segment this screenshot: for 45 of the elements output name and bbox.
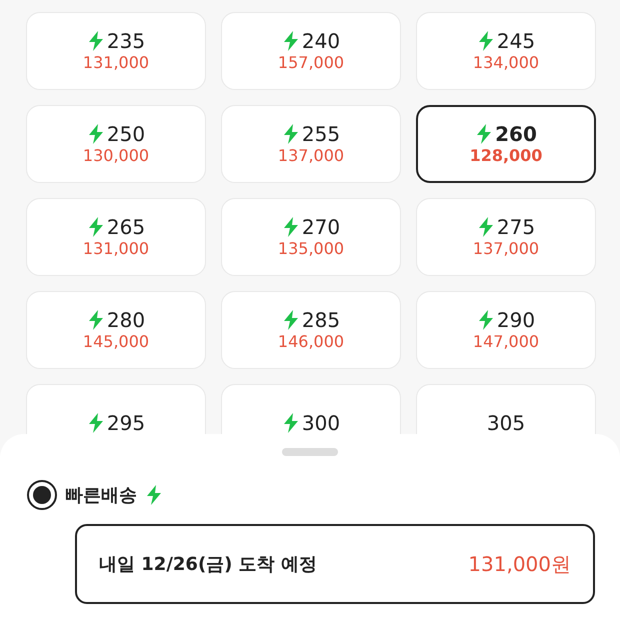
price-label: 134,000 (472, 52, 540, 74)
size-label: 285 (302, 308, 340, 332)
price-label: 131,000 (82, 52, 150, 74)
size-label: 295 (106, 411, 146, 435)
size-label: 290 (496, 308, 536, 332)
drag-handle[interactable] (282, 448, 338, 456)
delivery-option[interactable]: 내일 12/26(금) 도착 예정 131,000원 (75, 524, 595, 604)
price-label: 137,000 (472, 238, 540, 260)
price-label: 145,000 (82, 332, 150, 352)
size-label: 265 (106, 214, 146, 239)
size-option[interactable]: 275 137,000 (416, 198, 596, 276)
price-label: 137,000 (278, 146, 344, 166)
price-label: 131,000 (82, 238, 150, 260)
size-option[interactable]: 285 146,000 (221, 291, 401, 369)
size-option[interactable]: 240 157,000 (221, 12, 401, 90)
size-label: 240 (302, 28, 340, 53)
size-label: 300 (302, 411, 340, 435)
size-option[interactable]: 250 130,000 (26, 105, 206, 183)
price-label: 157,000 (278, 52, 344, 74)
size-label: 245 (496, 28, 536, 53)
price-label: 131,000원 (468, 551, 571, 578)
size-option[interactable]: 235 131,000 (26, 12, 206, 90)
price-label: 147,000 (472, 332, 540, 352)
size-label: 260 (495, 122, 537, 146)
size-option[interactable]: 270 135,000 (221, 198, 401, 276)
size-label: 250 (106, 122, 146, 146)
size-option[interactable]: 260 128,000 (416, 105, 596, 183)
price-label: 128,000 (470, 146, 542, 166)
size-option[interactable]: 245 134,000 (416, 12, 596, 90)
size-option[interactable]: 255 137,000 (221, 105, 401, 183)
price-label: 146,000 (278, 332, 344, 352)
size-label: 235 (106, 28, 146, 53)
price-label: 135,000 (278, 238, 344, 260)
arrival-text: 내일 12/26(금) 도착 예정 (99, 552, 317, 576)
size-label: 255 (302, 122, 340, 146)
radio-button[interactable] (27, 480, 57, 510)
size-label: 270 (302, 214, 340, 239)
size-label: 275 (496, 214, 536, 239)
price-label: 130,000 (82, 146, 150, 166)
size-option[interactable]: 280 145,000 (26, 291, 206, 369)
size-label: 305 (486, 411, 526, 435)
size-option[interactable]: 290 147,000 (416, 291, 596, 369)
size-label: 280 (106, 308, 146, 332)
size-option[interactable]: 265 131,000 (26, 198, 206, 276)
delivery-label: 빠른배송 (65, 484, 137, 508)
